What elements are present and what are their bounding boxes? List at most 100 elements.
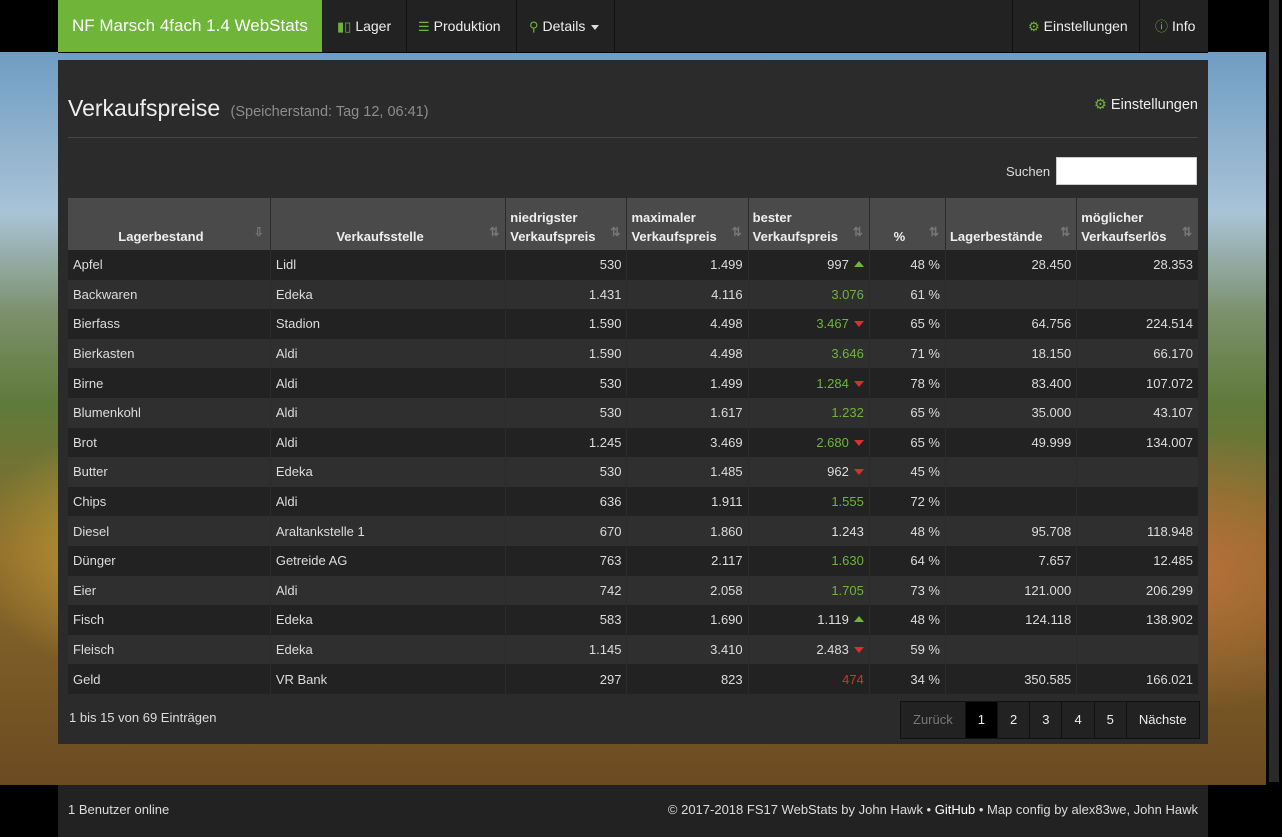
sort-icon: ⇅ [731,225,742,239]
nav-einstellungen-label: Einstellungen [1043,18,1128,34]
col-niedrigster-cell: 1.590 [505,338,627,369]
col-bester-cell: 2.483 [747,634,870,665]
page-button-1[interactable]: 1 [964,702,997,738]
nav-lager[interactable]: ▮▯ Lager [322,0,408,52]
col-verkaufsstelle-cell: Aldi [269,427,506,458]
col-erloes-cell: 107.072 [1076,368,1198,398]
col-lagerbestaende-header[interactable]: Lagerbestände ⇅ [944,198,1077,250]
col-verkaufsstelle-header[interactable]: Verkaufsstelle ⇅ [269,198,506,250]
col-prozent-cell: 78 % [868,368,946,398]
col-prozent-value: 61 % [910,286,940,302]
brand-link[interactable]: NF Marsch 4fach 1.4 WebStats [58,0,322,52]
col-erloes-cell [1076,279,1198,310]
col-lagerbestaende-cell: 28.450 [944,250,1077,280]
col-prozent-value: 71 % [910,346,940,362]
col-erloes-cell: 28.353 [1076,250,1198,280]
col-erloes-header[interactable]: möglicher Verkaufserlös ⇅ [1076,198,1198,250]
page-button-2[interactable]: 2 [996,702,1030,738]
nav-details-label: Details [542,18,586,34]
col-lagerbestaende-value: 35.000 [1031,405,1072,421]
col-maximaler-header[interactable]: maximaler Verkaufspreis ⇅ [626,198,749,250]
col-lagerbestand-cell: Apfel [68,250,271,280]
col-niedrigster-cell: 583 [505,605,627,635]
col-prozent-header[interactable]: % ⇅ [868,198,946,250]
col-verkaufsstelle-cell: Aldi [269,338,506,369]
table-row: Bierfass Stadion 1.590 4.498 3.467 65 % 64.756… [68,309,1198,339]
col-niedrigster-header[interactable]: niedrigster Verkaufspreis ⇅ [505,198,627,250]
col-erloes-cell: 166.021 [1076,664,1198,694]
col-verkaufsstelle-value: Aldi [275,405,298,421]
bar-chart-icon: ▮▯ [337,19,352,34]
col-niedrigster-value: 636 [599,494,622,510]
col-prozent-value: 73 % [910,582,940,598]
col-niedrigster-value: 530 [599,375,622,391]
scrollbar[interactable] [1266,0,1282,837]
col-lagerbestaende-value: 64.756 [1031,316,1072,332]
col-prozent-value: 59 % [910,642,940,658]
col-bester-cell: 1.630 [747,545,870,576]
nav-details-dropdown[interactable]: ⚲ Details [514,0,616,52]
nav-produktion[interactable]: ☰ Produktion [403,0,517,52]
col-bester-value: 2.680 [816,434,849,450]
page-button-4[interactable]: 4 [1061,702,1094,738]
col-prozent-cell: 72 % [868,486,946,517]
col-erloes-cell [1076,634,1198,665]
col-prozent-cell: 64 % [868,545,946,576]
col-lagerbestaende-value: 124.118 [1025,612,1072,628]
col-prozent-cell: 61 % [868,279,946,310]
col-prozent-cell: 34 % [868,664,946,694]
col-lagerbestaende-value: 350.585 [1024,671,1072,687]
trend-down-icon [853,321,864,328]
col-verkaufsstelle-value: Araltankstelle 1 [275,523,365,539]
col-lagerbestand-cell: Fisch [68,605,271,635]
trend-down-icon [853,469,864,476]
table-row: Fisch Edeka 583 1.690 1.119 48 % 124.118 138.90… [68,605,1198,635]
col-bester-cell: 2.680 [747,427,870,458]
col-prozent-value: 48 % [910,612,940,628]
page-button-3[interactable]: 3 [1029,702,1062,738]
col-bester-cell: 474 [747,664,870,694]
next-page-button[interactable]: Nächste [1125,702,1199,738]
github-link[interactable]: GitHub [935,802,975,817]
col-maximaler-cell: 4.498 [626,338,749,369]
col-verkaufsstelle-cell: Edeka [269,457,506,487]
trend-down-icon [853,439,864,446]
table-row: Fleisch Edeka 1.145 3.410 2.483 59 % [68,634,1198,665]
col-niedrigster-cell: 1.145 [505,634,627,665]
col-lagerbestand-value: Chips [73,494,107,510]
col-verkaufsstelle-cell: Araltankstelle 1 [269,516,506,546]
col-niedrigster-value: 297 [599,671,622,687]
col-lagerbestaende-value: 28.450 [1031,257,1072,273]
scrollbar-thumb[interactable] [1269,0,1279,782]
col-bester-cell: 3.076 [747,279,870,310]
col-prozent-label: % [893,229,906,244]
col-verkaufsstelle-label: Verkaufsstelle [336,229,424,244]
col-bester-header[interactable]: bester Verkaufspreis ⇅ [747,198,870,250]
page-button-5[interactable]: 5 [1093,702,1126,738]
col-niedrigster-cell: 530 [505,457,627,487]
col-erloes-value: 138.902 [1146,612,1193,628]
col-prozent-cell: 48 % [868,516,946,546]
nav-einstellungen[interactable]: ⚙ Einstellungen [1012,0,1143,52]
col-niedrigster-value: 530 [599,405,622,421]
col-bester-cell: 3.467 [747,309,870,339]
col-verkaufsstelle-value: Aldi [275,346,298,362]
col-maximaler-cell: 2.117 [626,545,749,576]
nav-info[interactable]: ⓘ Info [1139,0,1210,52]
col-niedrigster-value: 1.590 [588,346,622,362]
col-lagerbestand-value: Dünger [73,553,116,569]
col-bester-value: 1.119 [817,612,849,628]
col-lagerbestand-value: Blumenkohl [73,405,141,421]
col-lagerbestand-header[interactable]: Lagerbestand ⇩ [68,198,271,250]
sort-icon: ⇅ [489,225,500,239]
search-input[interactable] [1056,157,1197,185]
col-verkaufsstelle-value: Edeka [275,464,313,480]
col-maximaler-cell: 1.499 [626,368,749,398]
col-prozent-value: 72 % [910,494,940,510]
col-maximaler-cell: 4.116 [626,279,749,310]
prev-page-button[interactable]: Zurück [901,702,965,738]
col-erloes-value: 118.948 [1146,523,1193,539]
col-erloes-cell: 43.107 [1076,397,1198,428]
col-verkaufsstelle-cell: Stadion [269,309,506,339]
settings-link[interactable]: ⚙ Einstellungen [1094,97,1198,113]
